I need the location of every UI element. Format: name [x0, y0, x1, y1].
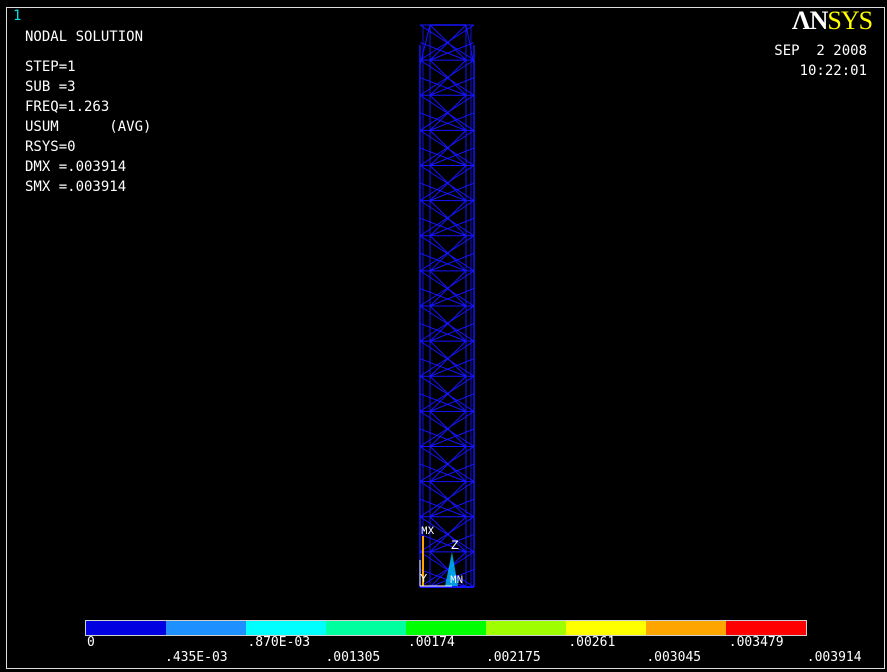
legend-label-top: .00174 — [407, 635, 455, 650]
legend-label-bottom: .003914 — [806, 650, 862, 665]
legend-swatch — [166, 621, 246, 635]
model-viewport[interactable]: MX Z Y MN — [0, 0, 887, 672]
legend-label-top: .870E-03 — [247, 635, 311, 650]
legend-swatch — [486, 621, 566, 635]
legend-label-top: .00261 — [568, 635, 616, 650]
legend-swatch — [246, 621, 326, 635]
legend-swatch — [726, 621, 806, 635]
legend-label-top: .003479 — [728, 635, 784, 650]
legend-label-bottom: .003045 — [646, 650, 702, 665]
legend-swatch — [406, 621, 486, 635]
mx-label: MX — [421, 526, 435, 538]
legend-swatch — [86, 621, 166, 635]
z-axis-label: Z — [451, 538, 459, 553]
legend-label-bottom: .435E-03 — [165, 650, 228, 665]
y-axis-label: Y — [420, 572, 427, 586]
legend-label-top: 0 — [87, 635, 95, 650]
legend-swatch — [566, 621, 646, 635]
legend-swatch — [326, 621, 406, 635]
legend-swatch — [646, 621, 726, 635]
tower-wireframe — [419, 24, 475, 588]
legend-label-bottom: .001305 — [325, 650, 381, 665]
contour-legend-bar — [85, 620, 807, 636]
mn-label: MN — [450, 575, 463, 587]
legend-label-bottom: .002175 — [485, 650, 541, 665]
